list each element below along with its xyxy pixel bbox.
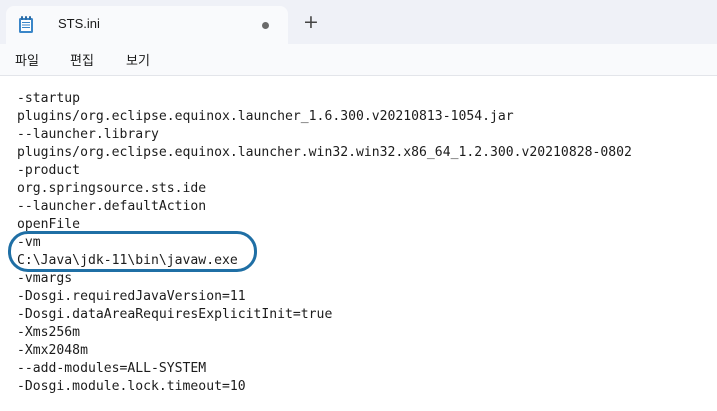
highlight-annotation bbox=[8, 231, 257, 272]
editor-line: -Dosgi.requiredJavaVersion=11 bbox=[17, 289, 246, 304]
tab-title: STS.ini bbox=[58, 16, 100, 31]
editor-line: -startup bbox=[17, 91, 81, 106]
editor-line: org.springsource.sts.ide bbox=[17, 181, 207, 196]
editor-line: -Xms256m bbox=[17, 325, 81, 340]
editor-line: -product bbox=[17, 163, 81, 178]
new-tab-button[interactable]: + bbox=[300, 12, 322, 34]
editor-line: --launcher.defaultAction bbox=[17, 199, 207, 214]
editor-line: plugins/org.eclipse.equinox.launcher_1.6… bbox=[17, 109, 514, 124]
menu-edit[interactable]: 편집 bbox=[70, 50, 94, 69]
title-bar: STS.ini + bbox=[0, 0, 717, 44]
editor-line: -Xmx2048m bbox=[17, 343, 88, 358]
editor-line: -vmargs bbox=[17, 271, 73, 286]
menu-view[interactable]: 보기 bbox=[126, 50, 150, 69]
unsaved-dot-icon[interactable] bbox=[262, 22, 269, 29]
editor-line: plugins/org.eclipse.equinox.launcher.win… bbox=[17, 145, 632, 160]
editor-line: --add-modules=ALL-SYSTEM bbox=[17, 361, 207, 376]
editor-line: -Dosgi.dataAreaRequiresExplicitInit=true bbox=[17, 307, 333, 322]
editor-line: --launcher.library bbox=[17, 127, 159, 142]
tab-sts-ini[interactable]: STS.ini bbox=[6, 6, 288, 44]
menu-bar: 파일 편집 보기 bbox=[0, 44, 717, 76]
notepad-file-icon bbox=[18, 16, 34, 34]
editor-line: -Dosgi.module.lock.timeout=10 bbox=[17, 379, 246, 394]
menu-file[interactable]: 파일 bbox=[15, 50, 39, 69]
